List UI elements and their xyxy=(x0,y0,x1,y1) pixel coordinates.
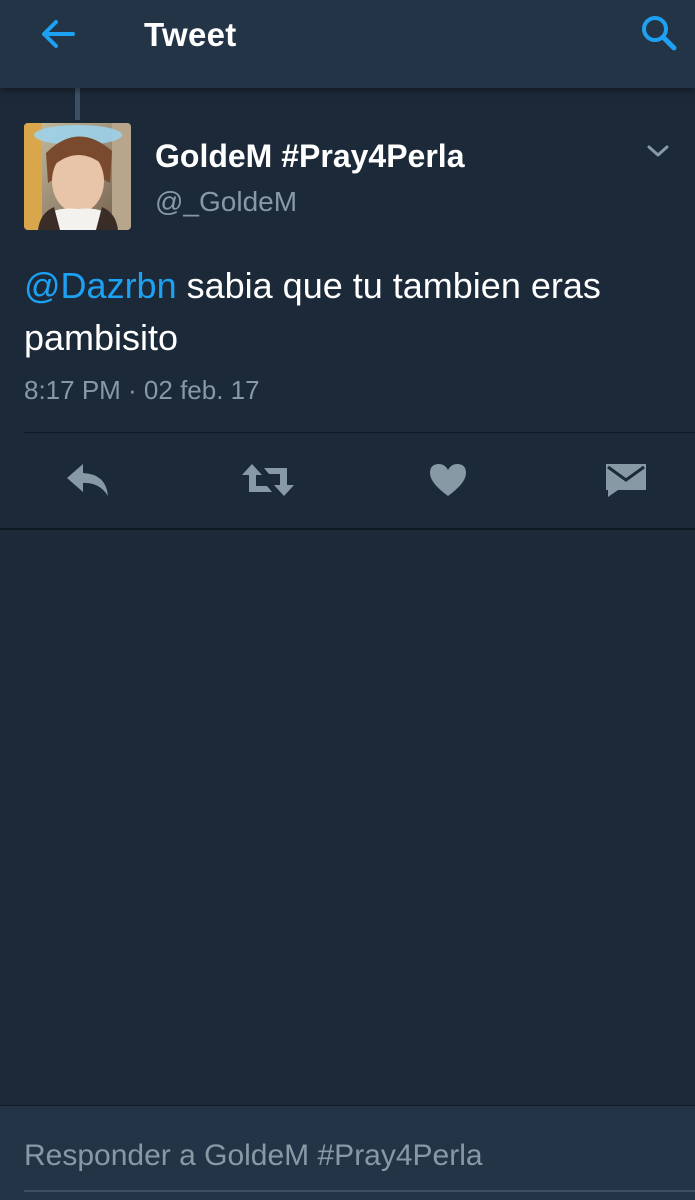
like-button[interactable] xyxy=(418,459,478,505)
reply-composer xyxy=(0,1105,695,1200)
envelope-icon xyxy=(604,462,648,503)
mention-link[interactable]: @Dazrbn xyxy=(24,265,177,306)
back-button[interactable] xyxy=(30,14,86,58)
tweet-timestamp: 8:17 PM · 02 feb. 17 xyxy=(24,375,260,405)
tweet-detail-screen: Tweet GoldeM #Pray4Perla @_GoldeM @Dazrb… xyxy=(0,0,695,1200)
avatar[interactable] xyxy=(24,123,131,230)
divider xyxy=(0,528,695,530)
search-icon xyxy=(640,14,678,57)
reply-button[interactable] xyxy=(58,459,118,505)
retweet-icon xyxy=(240,462,296,503)
arrow-left-icon xyxy=(40,19,76,54)
tweet-action-bar xyxy=(0,433,695,529)
top-app-bar: Tweet xyxy=(0,0,695,88)
direct-message-button[interactable] xyxy=(596,459,656,505)
reply-input[interactable] xyxy=(24,1136,674,1176)
conversation-thread-line xyxy=(75,88,80,120)
page-title: Tweet xyxy=(144,16,237,53)
chevron-down-icon xyxy=(646,144,670,163)
tweet-options-button[interactable] xyxy=(640,138,676,168)
reply-input-underline xyxy=(24,1190,695,1192)
author-handle[interactable]: @_GoldeM xyxy=(155,186,297,218)
heart-icon xyxy=(428,462,468,503)
retweet-button[interactable] xyxy=(238,459,298,505)
tweet-text: @Dazrbn sabia que tu tambien eras pambis… xyxy=(24,260,674,364)
reply-icon xyxy=(65,462,111,503)
search-button[interactable] xyxy=(632,10,686,60)
author-display-name[interactable]: GoldeM #Pray4Perla xyxy=(155,138,464,175)
